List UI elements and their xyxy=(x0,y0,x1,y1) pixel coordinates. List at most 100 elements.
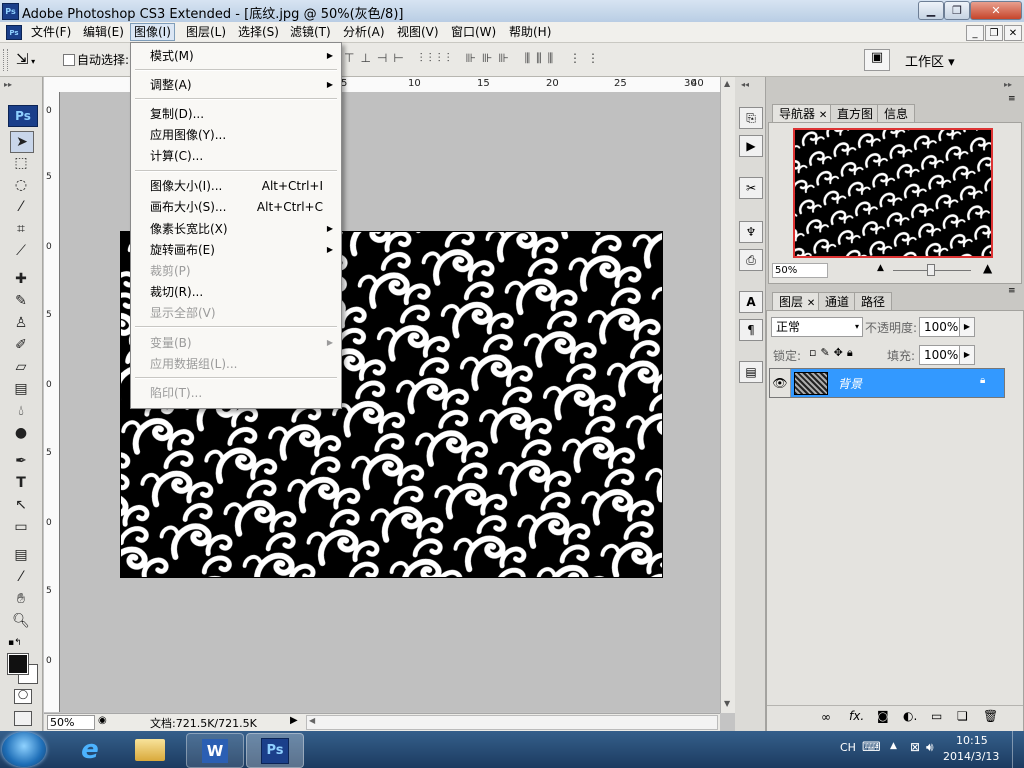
tab-navigator[interactable]: 导航器 ✕ xyxy=(772,104,835,123)
blur-tool-icon[interactable]: 💧︎ xyxy=(10,401,32,421)
document-icon[interactable]: Ps xyxy=(6,25,22,40)
tray-expand-icon[interactable]: ▲ xyxy=(890,741,897,751)
layers-panel-menu-icon[interactable]: ≡ xyxy=(1008,286,1016,296)
tab-info[interactable]: 信息 xyxy=(877,104,916,123)
new-group-icon[interactable]: ▭ xyxy=(931,709,942,723)
layer-comps-icon[interactable]: ▤ xyxy=(739,361,763,383)
menu-item-duplicate[interactable]: 复制(D)... xyxy=(131,104,341,124)
close-button[interactable]: ✕ xyxy=(970,1,1022,20)
character-panel-icon[interactable]: A xyxy=(739,291,763,313)
menu-item-calculations[interactable]: 计算(C)... xyxy=(131,146,341,166)
eraser-tool-icon[interactable]: ▱ xyxy=(10,357,32,377)
path-selection-tool-icon[interactable]: ↖ xyxy=(10,495,32,515)
menu-item-image-size[interactable]: 图像大小(I)... Alt+Ctrl+I xyxy=(131,176,341,196)
ime-indicator[interactable]: CH xyxy=(840,741,856,754)
tab-close-icon[interactable]: ✕ xyxy=(807,298,815,309)
default-colors-icon[interactable]: ▪↰ xyxy=(8,638,22,648)
clone-stamp-tool-icon[interactable]: ♙ xyxy=(10,313,32,333)
layer-name[interactable]: 背景 xyxy=(838,375,862,392)
zoom-slider-thumb[interactable] xyxy=(927,264,935,276)
actions-panel-icon[interactable]: ▶ xyxy=(739,135,763,157)
foreground-color-swatch[interactable] xyxy=(7,653,29,675)
screen-mode-button[interactable] xyxy=(14,711,32,726)
horizontal-scrollbar[interactable]: ◀ xyxy=(306,715,718,730)
navigator-thumbnail[interactable] xyxy=(793,128,993,258)
align-buttons-group[interactable]: ⊤⊥⊣⊢ ⫶⫶⫶⫶ ⊪⊪⊪ ⫼⫼⫼ ⋮⋮ xyxy=(344,51,605,67)
navigator-panel-menu-icon[interactable]: ≡ xyxy=(1008,94,1016,104)
menu-window[interactable]: 窗口(W) xyxy=(448,24,499,40)
dock-collapse-icon[interactable]: ◂◂ xyxy=(741,80,749,89)
slice-tool-icon[interactable]: ⟋ xyxy=(10,241,32,261)
brush-tool-icon[interactable]: ✎ xyxy=(10,291,32,311)
notes-tool-icon[interactable]: ▤ xyxy=(10,545,32,565)
menu-item-trim[interactable]: 裁切(R)... xyxy=(131,282,341,302)
photoshop-logo[interactable]: Ps xyxy=(8,105,38,127)
tab-channels[interactable]: 通道 xyxy=(818,292,857,311)
zoom-tool-icon[interactable]: 🔍︎ xyxy=(10,611,32,631)
tool-presets-icon[interactable]: ✂ xyxy=(739,177,763,199)
grip-handle[interactable] xyxy=(3,49,8,71)
menu-help[interactable]: 帮助(H) xyxy=(506,24,554,40)
doc-minimize-button[interactable]: _ xyxy=(966,25,984,41)
move-tool-preset-icon[interactable]: ⇲ ▾ xyxy=(16,50,35,68)
minimize-button[interactable]: ▁ xyxy=(918,1,944,20)
status-menu-arrow-icon[interactable]: ▶ xyxy=(290,715,298,726)
tab-histogram[interactable]: 直方图 xyxy=(830,104,881,123)
menu-item-reveal-all[interactable]: 显示全部(V) xyxy=(131,303,341,323)
layer-style-icon[interactable]: fx. xyxy=(849,709,864,723)
show-desktop-button[interactable] xyxy=(1012,731,1024,768)
clock-date[interactable]: 2014/3/13 xyxy=(943,750,999,763)
menu-analysis[interactable]: 分析(A) xyxy=(340,24,388,40)
menu-filter[interactable]: 滤镜(T) xyxy=(287,24,334,40)
magic-wand-tool-icon[interactable]: ⁄ xyxy=(10,197,32,217)
taskbar-word[interactable]: W xyxy=(186,733,244,768)
network-icon[interactable]: ⊠ xyxy=(910,740,920,754)
shape-tool-icon[interactable]: ▭ xyxy=(10,517,32,537)
panel-expand-icon[interactable]: ▸▸ xyxy=(1004,80,1012,89)
lock-icons[interactable]: ▫✎✥🔒︎ xyxy=(809,346,857,360)
vertical-scrollbar[interactable]: ▲ ▼ xyxy=(720,77,735,713)
crop-tool-icon[interactable]: ⌗ xyxy=(10,219,32,239)
menu-item-rotate-canvas[interactable]: 旋转画布(E) ▶ xyxy=(131,240,341,260)
link-layers-icon[interactable]: ∞ xyxy=(821,710,831,724)
fill-arrow-icon[interactable]: ▶ xyxy=(959,345,975,365)
opacity-arrow-icon[interactable]: ▶ xyxy=(959,317,975,337)
menu-edit[interactable]: 编辑(E) xyxy=(80,24,127,40)
menu-view[interactable]: 视图(V) xyxy=(394,24,442,40)
menu-item-trap[interactable]: 陷印(T)... xyxy=(131,383,341,403)
menu-layer[interactable]: 图层(L) xyxy=(183,24,229,40)
tab-close-icon[interactable]: ✕ xyxy=(819,110,827,121)
move-tool-icon[interactable]: ➤ xyxy=(10,131,34,153)
brushes-panel-icon[interactable]: ♆ xyxy=(739,221,763,243)
file-browser-button[interactable]: ▣ xyxy=(864,49,890,71)
type-tool-icon[interactable]: T xyxy=(10,473,32,493)
status-info-icon[interactable]: ◉ xyxy=(98,715,107,726)
zoom-level-field[interactable]: 50% xyxy=(47,715,95,730)
menu-select[interactable]: 选择(S) xyxy=(235,24,282,40)
auto-select-checkbox[interactable] xyxy=(63,54,75,66)
new-layer-icon[interactable]: ❏ xyxy=(957,709,968,723)
history-brush-tool-icon[interactable]: ✐ xyxy=(10,335,32,355)
tab-paths[interactable]: 路径 xyxy=(854,292,893,311)
history-panel-icon[interactable]: ⎘ xyxy=(739,107,763,129)
adjustment-layer-icon[interactable]: ◐. xyxy=(903,709,917,723)
taskbar-explorer[interactable] xyxy=(122,733,178,766)
paragraph-panel-icon[interactable]: ¶ xyxy=(739,319,763,341)
visibility-eye-icon[interactable]: 👁︎ xyxy=(770,369,791,397)
panel-collapse-icon[interactable]: ▸▸ xyxy=(4,80,12,89)
clone-source-icon[interactable]: ⎙ xyxy=(739,249,763,271)
navigator-zoom-field[interactable]: 50% xyxy=(772,263,828,278)
menu-item-apply-data-set[interactable]: 应用数据组(L)... xyxy=(131,354,341,374)
clock-time[interactable]: 10:15 xyxy=(956,734,988,747)
photoshop-app-icon[interactable]: Ps xyxy=(2,3,19,20)
zoom-out-icon[interactable]: ▲ xyxy=(877,263,884,273)
volume-icon[interactable]: 🔊︎ xyxy=(926,740,934,755)
menu-file[interactable]: 文件(F) xyxy=(28,24,74,40)
tab-layers[interactable]: 图层 ✕ xyxy=(772,292,823,311)
hand-tool-icon[interactable]: ✋︎ xyxy=(10,589,32,609)
scroll-up-arrow-icon[interactable]: ▲ xyxy=(724,79,730,88)
taskbar-photoshop[interactable]: Ps xyxy=(246,733,304,768)
lasso-tool-icon[interactable]: ◌ xyxy=(10,175,32,195)
scroll-left-arrow-icon[interactable]: ◀ xyxy=(309,716,315,725)
keyboard-icon[interactable]: ⌨ xyxy=(862,740,881,755)
